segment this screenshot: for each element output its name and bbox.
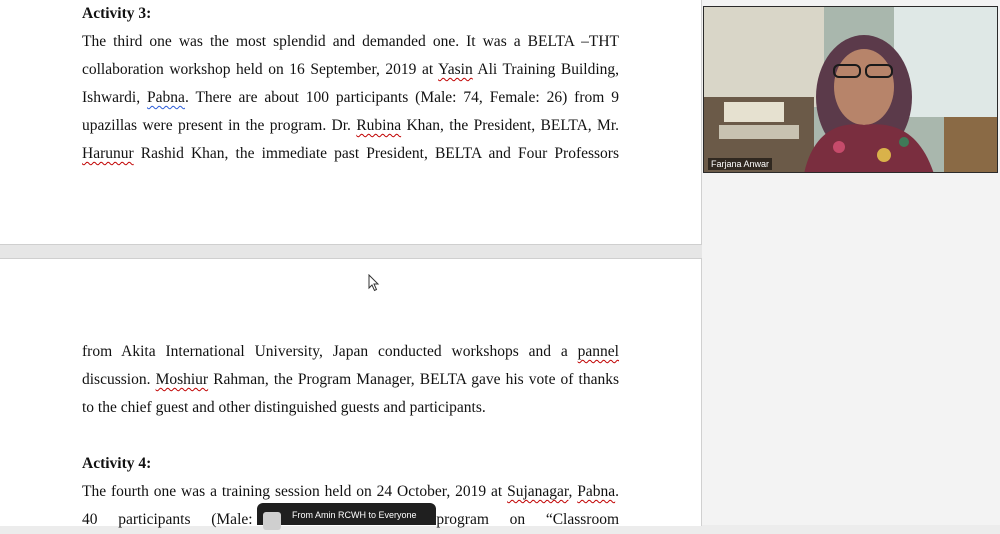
paragraph-line: collaboration workshop held on 16 Septem… (82, 61, 619, 78)
paragraph-line: upazillas were present in the program. D… (82, 117, 619, 134)
chat-avatar-icon (263, 512, 281, 530)
mouse-pointer-icon (368, 273, 380, 297)
document-canvas[interactable]: Activity 3: The third one was the most s… (0, 0, 702, 528)
activity-3-heading: Activity 3: (82, 5, 152, 22)
chat-notification[interactable]: From Amin RCWH to Everyone (257, 503, 436, 530)
misspelled-word: Yasin (438, 61, 473, 78)
misspelled-word: Sujanagar (507, 483, 569, 500)
participant-name-label: Farjana Anwar (708, 158, 773, 170)
participant-video[interactable]: Farjana Anwar (703, 6, 998, 173)
paragraph-line: The fourth one was a training session he… (82, 483, 619, 500)
chat-notification-text: From Amin RCWH to Everyone (292, 510, 417, 520)
misspelled-word: Pabna (577, 483, 616, 500)
paragraph-line: The third one was the most splendid and … (82, 33, 619, 50)
paragraph-line: discussion. Moshiur Rahman, the Program … (82, 371, 620, 388)
document-page-2[interactable]: from Akita International University, Jap… (0, 258, 702, 528)
misspelled-word: pannel (577, 343, 619, 360)
activity-4-heading: Activity 4: (82, 455, 152, 472)
misspelled-word: Harunur (82, 145, 134, 162)
misspelled-word: Moshiur (155, 371, 209, 388)
paragraph-line: from Akita International University, Jap… (82, 343, 619, 360)
misspelled-word: Pabna (147, 89, 185, 106)
paragraph-line: Ishwardi, Pabna. There are about 100 par… (82, 89, 619, 106)
misspelled-word: Rubina (356, 117, 402, 134)
paragraph-line: to the chief guest and other distinguish… (82, 399, 486, 416)
document-page-1[interactable]: Activity 3: The third one was the most s… (0, 0, 702, 245)
paragraph-line: Harunur Rashid Khan, the immediate past … (82, 145, 619, 162)
video-frame-image (704, 7, 997, 172)
